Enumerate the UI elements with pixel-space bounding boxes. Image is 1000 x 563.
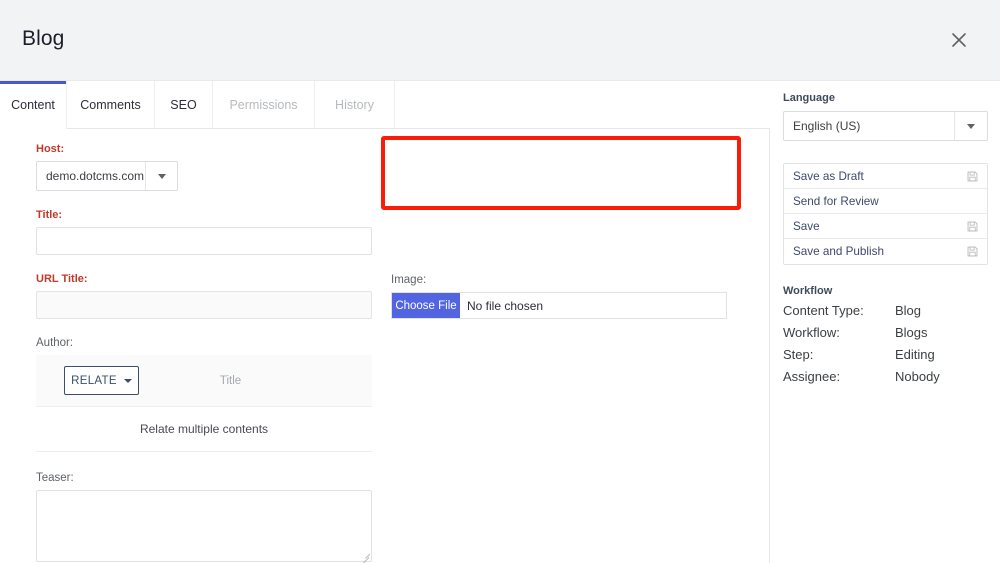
tab-content-label: Content [11,97,55,112]
author-label: Author: [36,337,74,349]
workflow-row-content-type: Content Type: Blog [783,303,988,318]
tab-permissions-label: Permissions [229,97,298,112]
highlight-annotation-box [381,136,741,210]
file-status-text: No file chosen [467,298,544,313]
save-icon [967,171,978,182]
workflow-row-assignee: Assignee: Nobody [783,369,988,384]
page-title: Blog [22,27,65,50]
action-save[interactable]: Save [784,214,987,239]
title-input[interactable] [36,227,372,255]
workflow-key: Content Type: [783,303,864,318]
file-input[interactable]: Choose File No file chosen [391,292,727,319]
workflow-row-step: Step: Editing [783,347,988,362]
action-save-label: Save [793,219,820,233]
relate-button[interactable]: RELATE [64,366,139,395]
action-save-as-draft[interactable]: Save as Draft [784,164,987,189]
save-icon [967,221,978,232]
relate-divider [36,451,372,452]
relate-empty-message: Relate multiple contents [139,422,269,436]
save-icon [967,246,978,257]
field-teaser: Teaser: [36,472,376,563]
tab-history-label: History [335,97,374,112]
caret-shape [967,123,975,129]
caret-shape [157,173,166,179]
workflow-value: Nobody [895,369,940,384]
sidebar: Language English (US) Save as Draft Send… [771,81,1000,563]
action-save-and-publish-label: Save and Publish [793,245,884,258]
form-left-column: Host: demo.dotcms.com Title: URL Title: [36,143,376,563]
dialog-header: Blog [0,0,1000,81]
tab-content[interactable]: Content [0,81,67,129]
chevron-down-icon[interactable] [954,112,987,140]
title-label: Title: [36,209,63,221]
workflow-value: Blogs [895,325,928,340]
workflow-row-workflow: Workflow: Blogs [783,325,988,340]
teaser-label: Teaser: [36,472,74,484]
workflow-key: Workflow: [783,325,840,340]
field-url-title: URL Title: [36,273,376,319]
field-host: Host: demo.dotcms.com [36,143,376,191]
teaser-textarea-wrapper[interactable] [36,490,372,563]
choose-file-button[interactable]: Choose File [392,293,460,318]
resize-handle-icon[interactable] [360,550,370,563]
host-label: Host: [36,143,65,155]
image-label: Image: [391,274,427,286]
workflow-key: Assignee: [783,369,841,384]
relate-toolbar: RELATE Title [36,355,372,407]
workflow-section-title: Workflow [783,285,833,297]
close-icon[interactable] [946,27,972,53]
chevron-down-icon [123,378,132,383]
tab-bar: Content Comments SEO Permissions History [0,81,770,129]
workflow-key: Step: [783,347,814,362]
tab-seo-label: SEO [170,97,197,112]
tab-comments-label: Comments [80,97,141,112]
relate-column-header: Title [219,374,242,387]
language-value: English (US) [793,119,861,133]
chevron-down-icon[interactable] [145,162,177,190]
host-value: demo.dotcms.com [46,169,145,183]
language-select[interactable]: English (US) [783,111,988,141]
field-title: Title: [36,209,376,255]
workflow-actions-list: Save as Draft Send for Review Save Save … [783,163,988,265]
action-save-and-publish[interactable]: Save and Publish [784,239,987,264]
content-editor-dialog: Blog Content Comments SEO Permissions Hi… [0,0,1000,563]
tab-comments[interactable]: Comments [67,81,155,129]
field-author: Author: RELATE Title Relate multiple con… [36,337,376,452]
action-send-for-review[interactable]: Send for Review [784,189,987,214]
action-send-for-review-label: Send for Review [793,194,879,208]
tab-seo[interactable]: SEO [155,81,213,129]
field-image: Image: Choose File No file chosen [391,274,731,319]
url-title-label: URL Title: [36,273,88,285]
url-title-input[interactable] [36,291,372,319]
tab-history: History [315,81,395,129]
workflow-value: Blog [895,303,922,318]
language-label: Language [783,92,835,104]
workflow-value: Editing [895,347,935,362]
host-select[interactable]: demo.dotcms.com [36,161,178,191]
tab-permissions: Permissions [213,81,315,129]
relate-button-label: RELATE [71,374,117,387]
action-save-as-draft-label: Save as Draft [793,169,864,183]
tab-bar-filler [395,81,770,129]
